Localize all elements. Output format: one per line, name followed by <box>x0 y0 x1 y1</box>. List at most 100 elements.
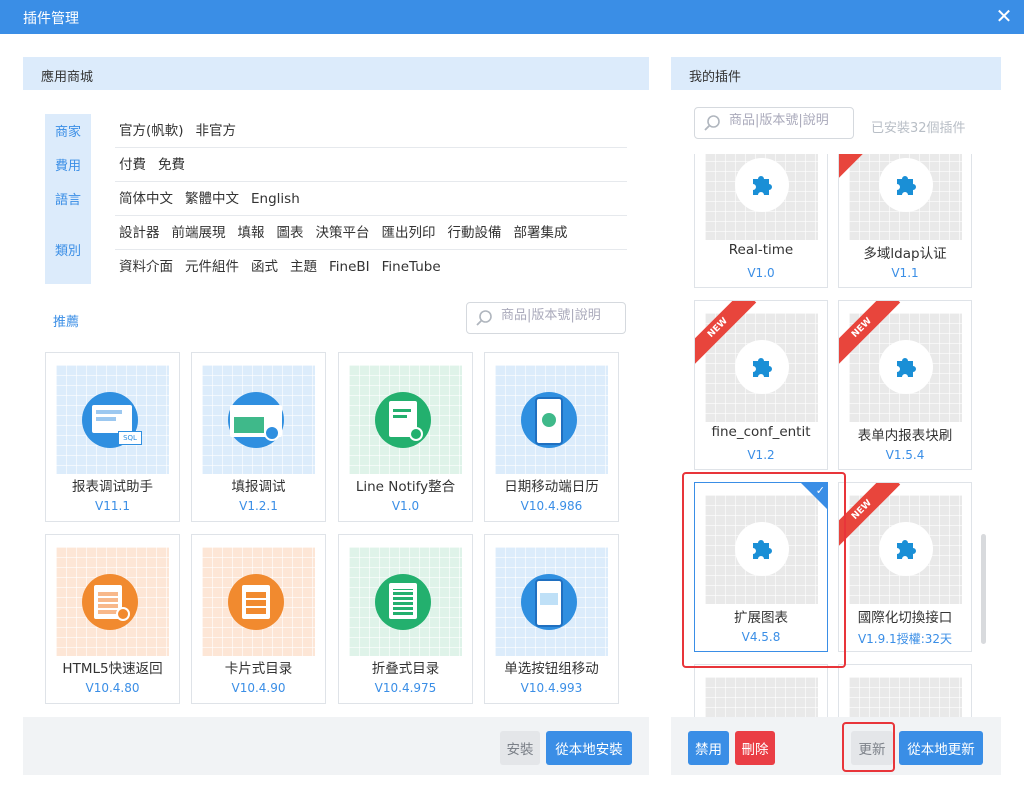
annotation-highlight-card <box>682 472 846 668</box>
plugin-name: 折叠式目录 <box>371 661 440 677</box>
puzzle-icon <box>753 176 772 195</box>
plugin-version: V10.4.986 <box>520 499 583 513</box>
search-icon <box>704 115 720 131</box>
installed-plugin-card[interactable]: 多域ldap认证 V1.1 <box>838 154 972 288</box>
plugin-name: Real-time <box>728 242 794 258</box>
filter-label-fee: 費用 <box>54 159 81 174</box>
filter-row-category-2: 資料介面 元件組件 函式 主題 FineBI FineTube <box>115 250 627 284</box>
category-finebi[interactable]: FineBI <box>329 250 370 284</box>
app-store-header: 應用商城 <box>23 57 649 90</box>
my-plugins-footer: 禁用 刪除 更新 從本地更新 <box>671 717 1001 775</box>
filter-row-vendor: 官方(帆軟) 非官方 <box>115 114 627 148</box>
category-export[interactable]: 匯出列印 <box>382 216 436 250</box>
plugin-version: V10.4.993 <box>520 681 583 695</box>
my-plugins-header: 我的插件 <box>671 57 1001 90</box>
category-fill[interactable]: 填報 <box>238 216 265 250</box>
title-bar: 插件管理 ✕ <box>0 0 1024 34</box>
update-local-button[interactable]: 從本地更新 <box>899 731 983 765</box>
filter-row-fee: 付費 免費 <box>115 148 627 182</box>
plugin-card[interactable]: 卡片式目录 V10.4.90 <box>191 534 326 704</box>
category-widget[interactable]: 元件組件 <box>185 250 239 284</box>
plugin-version: V11.1 <box>95 499 130 513</box>
scrollbar[interactable] <box>981 534 986 644</box>
plugin-card[interactable]: 折叠式目录 V10.4.975 <box>338 534 473 704</box>
plugin-card[interactable]: 单选按钮组移动 V10.4.993 <box>484 534 619 704</box>
plugin-card[interactable]: SQL 报表调试助手 V11.1 <box>45 352 180 522</box>
my-plugins-search-input[interactable] <box>729 113 849 128</box>
category-data-interface[interactable]: 資料介面 <box>115 250 173 284</box>
plugin-version: V10.4.80 <box>85 681 140 695</box>
installed-plugin-card[interactable]: Real-time V1.0 <box>694 154 828 288</box>
delete-button[interactable]: 刪除 <box>735 731 775 765</box>
plugin-card[interactable]: HTML5快速返回 V10.4.80 <box>45 534 180 704</box>
plugin-card[interactable]: 日期移动端日历 V10.4.986 <box>484 352 619 522</box>
filter-option-simplified[interactable]: 简体中文 <box>115 182 173 216</box>
plugin-thumbnail <box>849 677 962 717</box>
install-local-button[interactable]: 從本地安裝 <box>546 731 632 765</box>
disable-button[interactable]: 禁用 <box>688 731 729 765</box>
plugin-version: V1.2 <box>747 448 775 462</box>
installed-plugin-card[interactable] <box>694 664 828 717</box>
plugin-name: 表单内报表块刷 <box>857 428 953 444</box>
filter-option-english[interactable]: English <box>251 182 300 216</box>
plugin-version: V10.4.90 <box>231 681 286 695</box>
category-finetube[interactable]: FineTube <box>382 250 441 284</box>
install-button[interactable]: 安裝 <box>500 731 540 765</box>
fold-directory-thumbnail <box>349 547 462 656</box>
store-search-input[interactable] <box>501 308 621 323</box>
plugin-version: V1.0 <box>747 266 775 280</box>
plugin-name: 卡片式目录 <box>224 661 293 677</box>
category-function[interactable]: 函式 <box>251 250 278 284</box>
license-days: 授權:32天 <box>896 632 953 646</box>
window-title: 插件管理 <box>23 11 79 27</box>
plugin-version: V1.2.1 <box>239 499 278 513</box>
filter-labels: 商家 費用 語言 類別 <box>45 114 91 284</box>
plugin-version: V1.9.1授權:32天 <box>839 630 971 647</box>
installed-count: 已安裝32個插件 <box>871 121 966 136</box>
plugin-name: 國際化切換接口 <box>857 610 953 626</box>
category-mobile[interactable]: 行動設備 <box>448 216 502 250</box>
puzzle-icon <box>897 540 916 559</box>
filter-row-category-1: 設計器 前端展現 填報 圖表 決策平台 匯出列印 行動設備 部署集成 <box>115 216 627 250</box>
filter-option-unofficial[interactable]: 非官方 <box>196 114 237 148</box>
card-directory-thumbnail <box>202 547 315 656</box>
plugin-thumbnail <box>705 154 818 240</box>
category-deploy[interactable]: 部署集成 <box>514 216 568 250</box>
plugin-card[interactable]: Line Notify整合 V1.0 <box>338 352 473 522</box>
installed-plugin-card[interactable]: NEW 表单内报表块刷 V1.5.4 <box>838 300 972 470</box>
app-store-body: 商家 費用 語言 類別 官方(帆軟) 非官方 付費 免費 简体中文 繁體中文 Engli… <box>23 90 649 717</box>
recommend-title: 推薦 <box>53 315 80 330</box>
filter-option-free[interactable]: 免費 <box>158 148 185 182</box>
date-calendar-thumbnail <box>495 365 608 474</box>
search-icon <box>476 310 492 326</box>
app-store-footer: 安裝 從本地安裝 <box>23 717 649 775</box>
store-search-box[interactable] <box>466 302 626 334</box>
installed-plugin-card[interactable]: NEW fine_conf_entit V1.2 <box>694 300 828 470</box>
plugin-name: HTML5快速返回 <box>62 661 163 677</box>
plugin-version: V10.4.975 <box>374 681 437 695</box>
radio-group-thumbnail <box>495 547 608 656</box>
category-platform[interactable]: 決策平台 <box>316 216 370 250</box>
filter-option-official[interactable]: 官方(帆軟) <box>115 114 184 148</box>
installed-plugin-card[interactable]: NEW 國際化切換接口 V1.9.1授權:32天 <box>838 482 972 652</box>
app-store-panel: 應用商城 商家 費用 語言 類別 官方(帆軟) 非官方 付費 免費 简体中文 繁體中文… <box>23 57 649 775</box>
html5-back-thumbnail <box>56 547 169 656</box>
category-designer[interactable]: 設計器 <box>115 216 160 250</box>
puzzle-icon <box>897 176 916 195</box>
filter-row-language: 简体中文 繁體中文 English <box>115 182 627 216</box>
category-chart[interactable]: 圖表 <box>277 216 304 250</box>
category-frontend[interactable]: 前端展現 <box>172 216 226 250</box>
close-icon[interactable]: ✕ <box>994 4 1014 28</box>
plugin-version: V1.5.4 <box>885 448 925 462</box>
fill-debug-thumbnail <box>202 365 315 474</box>
category-theme[interactable]: 主題 <box>290 250 317 284</box>
filter-option-traditional[interactable]: 繁體中文 <box>185 182 239 216</box>
plugin-name: 单选按钮组移动 <box>504 661 599 677</box>
plugin-name: 日期移动端日历 <box>504 479 599 495</box>
filter-label-vendor: 商家 <box>54 125 81 140</box>
installed-plugin-card[interactable] <box>838 664 972 717</box>
puzzle-icon <box>897 358 916 377</box>
plugin-card[interactable]: 填报调试 V1.2.1 <box>191 352 326 522</box>
my-plugins-search-box[interactable] <box>694 107 854 139</box>
filter-option-paid[interactable]: 付費 <box>115 148 146 182</box>
